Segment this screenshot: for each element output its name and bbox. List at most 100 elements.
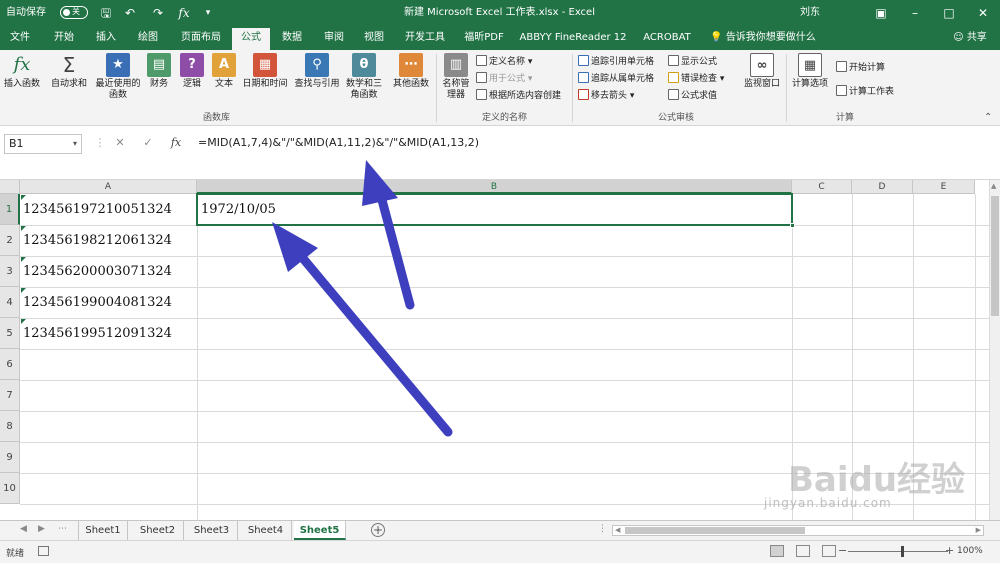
tab-acrobat[interactable]: ACROBAT — [638, 26, 696, 50]
row-header-1[interactable]: 1 — [0, 194, 20, 225]
tab-file[interactable]: 文件 — [2, 26, 38, 50]
cell-a5[interactable]: 123456199512091324 — [23, 326, 172, 341]
normal-view-icon[interactable] — [770, 545, 784, 557]
scroll-up-icon[interactable]: ▲ — [991, 182, 996, 190]
add-sheet-icon[interactable]: + — [371, 523, 385, 537]
column-header-d[interactable]: D — [852, 180, 913, 194]
sheet-tab-4[interactable]: Sheet4 — [240, 521, 292, 540]
page-layout-view-icon[interactable] — [796, 545, 810, 557]
define-name-button[interactable]: 定义名称 ▾ — [476, 54, 532, 71]
sheet-tab-3[interactable]: Sheet3 — [186, 521, 238, 540]
number-as-text-indicator[interactable] — [21, 288, 26, 293]
autosum-button[interactable]: Σ 自动求和 — [48, 53, 90, 90]
row-header-2[interactable]: 2 — [0, 225, 20, 256]
share-button[interactable]: ☺ 共享 — [944, 26, 996, 50]
cell-a1[interactable]: 123456197210051324 — [23, 202, 172, 217]
scroll-left-icon[interactable]: ◀ — [615, 526, 620, 534]
error-checking-button[interactable]: 错误检查 ▾ — [668, 71, 724, 88]
sheet-prev-icon[interactable]: ◀ — [20, 524, 27, 534]
row-header-7[interactable]: 7 — [0, 380, 20, 411]
tab-view[interactable]: 视图 — [356, 26, 392, 50]
row-header-10[interactable]: 10 — [0, 473, 20, 504]
cell-a4[interactable]: 123456199004081324 — [23, 295, 172, 310]
cell-a2[interactable]: 123456198212061324 — [23, 233, 172, 248]
tab-foxit-pdf[interactable]: 福昕PDF — [458, 26, 510, 50]
collapse-ribbon-icon[interactable]: ⌃ — [984, 112, 992, 123]
zoom-in-icon[interactable]: + — [945, 544, 954, 557]
calculate-now-button[interactable]: 开始计算 — [836, 60, 885, 77]
row-header-8[interactable]: 8 — [0, 411, 20, 442]
recently-used-button[interactable]: ★ 最近使用的函数 — [92, 53, 144, 101]
tab-insert[interactable]: 插入 — [88, 26, 124, 50]
name-manager-button[interactable]: ▥ 名称管理器 — [440, 53, 472, 101]
tab-page-layout[interactable]: 页面布局 — [174, 26, 228, 50]
financial-button[interactable]: ▤ 财务 — [146, 53, 172, 90]
tab-data[interactable]: 数据 — [274, 26, 310, 50]
select-all-corner[interactable] — [0, 180, 20, 194]
trace-precedents-button[interactable]: 追踪引用单元格 — [578, 54, 654, 71]
tab-home[interactable]: 开始 — [46, 26, 82, 50]
tab-formulas[interactable]: 公式 — [232, 26, 270, 50]
calculate-sheet-button[interactable]: 计算工作表 — [836, 84, 894, 101]
zoom-out-icon[interactable]: − — [838, 544, 847, 557]
sheet-more-icon[interactable]: ⋯ — [58, 524, 67, 534]
name-box[interactable]: B1 ▾ — [4, 134, 82, 154]
date-time-button[interactable]: ▦ 日期和时间 — [240, 53, 290, 90]
text-button[interactable]: A 文本 — [211, 53, 237, 90]
sheet-tab-1[interactable]: Sheet1 — [78, 521, 128, 540]
enter-icon[interactable]: ✓ — [140, 136, 156, 149]
evaluate-formula-button[interactable]: 公式求值 — [668, 88, 717, 105]
row-header-3[interactable]: 3 — [0, 256, 20, 287]
tab-draw[interactable]: 绘图 — [130, 26, 166, 50]
number-as-text-indicator[interactable] — [21, 195, 26, 200]
insert-function-button[interactable]: fx 插入函数 — [2, 53, 42, 90]
cell-a3[interactable]: 123456200003071324 — [23, 264, 172, 279]
logical-button[interactable]: ? 逻辑 — [179, 53, 205, 90]
fill-handle[interactable] — [790, 223, 795, 228]
macro-record-icon[interactable] — [38, 546, 49, 556]
sheet-tab-2[interactable]: Sheet2 — [132, 521, 184, 540]
create-from-selection-button[interactable]: 根据所选内容创建 — [476, 88, 561, 105]
column-header-c[interactable]: C — [792, 180, 852, 194]
fx-icon[interactable]: fx — [176, 5, 192, 21]
tab-split-icon[interactable]: ⋮ — [598, 524, 607, 534]
customize-icon[interactable]: ▾ — [200, 5, 216, 21]
name-box-dropdown-icon[interactable]: ▾ — [73, 135, 77, 153]
number-as-text-indicator[interactable] — [21, 319, 26, 324]
scroll-right-icon[interactable]: ▶ — [976, 526, 981, 534]
tab-review[interactable]: 审阅 — [316, 26, 352, 50]
formula-input[interactable]: =MID(A1,7,4)&"/"&MID(A1,11,2)&"/"&MID(A1… — [198, 136, 479, 149]
cancel-icon[interactable]: ✕ — [112, 136, 128, 149]
use-in-formula-button[interactable]: 用于公式 ▾ — [476, 71, 532, 88]
close-icon[interactable]: ✕ — [966, 0, 1000, 26]
remove-arrows-button[interactable]: 移去箭头 ▾ — [578, 88, 634, 105]
tell-me-box[interactable]: 💡 告诉我你想要做什么 — [708, 26, 818, 50]
minimize-icon[interactable]: – — [898, 0, 932, 26]
sheet-tab-5[interactable]: Sheet5 — [294, 521, 346, 540]
more-functions-button[interactable]: ⋯ 其他函数 — [390, 53, 432, 90]
insert-function-icon[interactable]: fx — [168, 136, 184, 149]
vertical-scroll-thumb[interactable] — [991, 196, 999, 316]
ribbon-display-icon[interactable]: ▣ — [864, 0, 898, 26]
row-header-4[interactable]: 4 — [0, 287, 20, 318]
column-header-e[interactable]: E — [913, 180, 975, 194]
calculation-options-button[interactable]: ▦ 计算选项 — [790, 53, 830, 90]
show-formulas-button[interactable]: 显示公式 — [668, 54, 717, 71]
column-header-b[interactable]: B — [197, 180, 792, 194]
maximize-icon[interactable]: □ — [932, 0, 966, 26]
worksheet-grid[interactable]: A B C D E 1 2 3 4 5 6 7 8 9 10 123456197… — [0, 180, 1000, 520]
row-header-5[interactable]: 5 — [0, 318, 20, 349]
horizontal-scroll-thumb[interactable] — [625, 527, 805, 534]
redo-icon[interactable]: ↷ — [150, 5, 166, 21]
row-header-6[interactable]: 6 — [0, 349, 20, 380]
trace-dependents-button[interactable]: 追踪从属单元格 — [578, 71, 654, 88]
sheet-next-icon[interactable]: ▶ — [38, 524, 45, 534]
tab-abbyy[interactable]: ABBYY FineReader 12 — [518, 26, 628, 50]
number-as-text-indicator[interactable] — [21, 226, 26, 231]
user-name[interactable]: 刘东 — [800, 6, 820, 20]
zoom-slider-knob[interactable] — [901, 546, 904, 557]
tab-developer[interactable]: 开发工具 — [400, 26, 450, 50]
autosave-toggle[interactable]: 关 — [60, 6, 88, 19]
page-break-view-icon[interactable] — [822, 545, 836, 557]
horizontal-scrollbar[interactable]: ◀ ▶ — [612, 525, 984, 536]
